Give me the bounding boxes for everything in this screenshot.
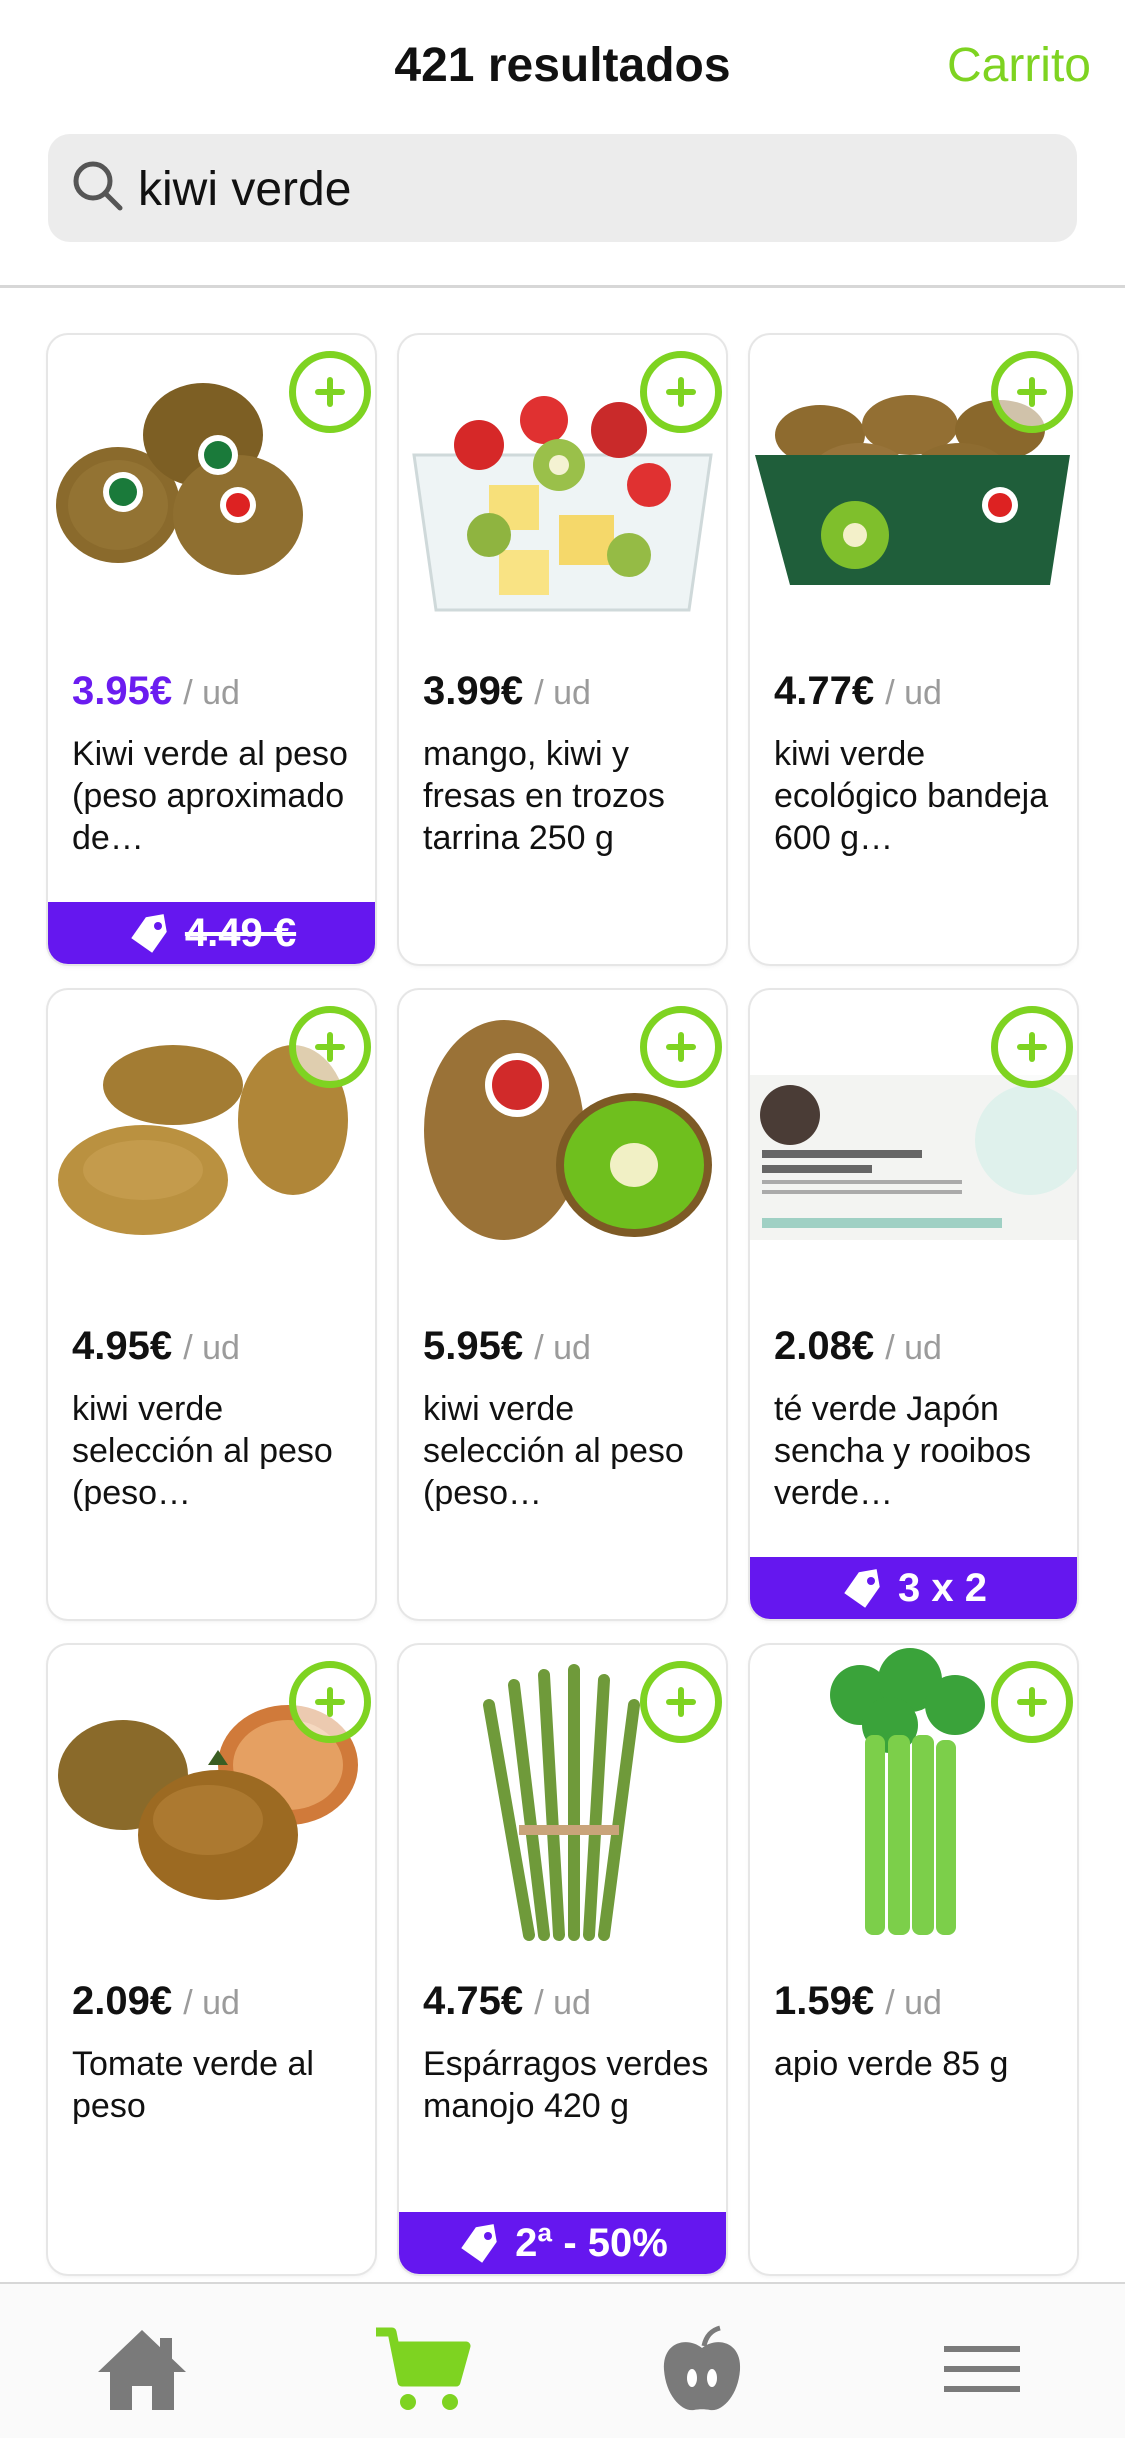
- product-card[interactable]: 3.95€ / ud Kiwi verde al peso (peso apro…: [48, 335, 375, 964]
- promo-badge: 3 x 2: [750, 1557, 1077, 1619]
- cart-icon[interactable]: [372, 2324, 472, 2414]
- tag-icon: [461, 2224, 497, 2264]
- promo-label: 3 x 2: [898, 1566, 987, 1610]
- product-price: 3.95€ / ud: [72, 669, 240, 713]
- add-to-cart-button[interactable]: [289, 351, 371, 433]
- product-card[interactable]: 4.77€ / ud kiwi verde ecológico bandeja …: [750, 335, 1077, 964]
- tag-icon: [844, 1569, 880, 1609]
- add-to-cart-button[interactable]: [991, 1006, 1073, 1088]
- product-name: apio verde 85 g: [774, 2045, 1009, 2083]
- search-field[interactable]: kiwi verde: [48, 134, 1077, 242]
- product-price: 4.75€ / ud: [423, 1979, 591, 2023]
- product-card[interactable]: 4.95€ / ud kiwi verde selección al peso …: [48, 990, 375, 1619]
- product-card[interactable]: 1.59€ / ud apio verde 85 g: [750, 1645, 1077, 2274]
- product-card[interactable]: 2.09€ / ud Tomate verde al peso: [48, 1645, 375, 2274]
- product-name: kiwi verde ecológico bandeja 600 g…: [774, 735, 1049, 857]
- product-name: Kiwi verde al peso (peso aproximado de…: [72, 735, 348, 857]
- add-to-cart-button[interactable]: [640, 1661, 722, 1743]
- product-price: 4.77€ / ud: [774, 669, 942, 713]
- add-to-cart-button[interactable]: [640, 351, 722, 433]
- product-price: 3.99€ / ud: [423, 669, 591, 713]
- product-name: kiwi verde selección al peso (peso…: [423, 1390, 684, 1512]
- product-price: 5.95€ / ud: [423, 1324, 591, 1368]
- product-price: 4.95€ / ud: [72, 1324, 240, 1368]
- add-to-cart-button[interactable]: [289, 1006, 371, 1088]
- promo-badge: 2ª - 50%: [399, 2212, 726, 2274]
- promo-badge: 4.49 €: [48, 902, 375, 964]
- product-name: mango, kiwi y fresas en trozos tarrina 2…: [423, 735, 665, 857]
- apple-icon[interactable]: [652, 2324, 752, 2414]
- product-grid: 3.95€ / ud Kiwi verde al peso (peso apro…: [48, 335, 1077, 2275]
- product-price: 1.59€ / ud: [774, 1979, 942, 2023]
- menu-icon[interactable]: [932, 2324, 1032, 2414]
- product-name: kiwi verde selección al peso (peso…: [72, 1390, 333, 1512]
- product-price: 2.08€ / ud: [774, 1324, 942, 1368]
- product-card[interactable]: 5.95€ / ud kiwi verde selección al peso …: [399, 990, 726, 1619]
- promo-label: 2ª - 50%: [515, 2221, 668, 2265]
- product-card[interactable]: 2.08€ / ud té verde Japón sencha y rooib…: [750, 990, 1077, 1619]
- product-price: 2.09€ / ud: [72, 1979, 240, 2023]
- product-name: Espárragos verdes manojo 420 g: [423, 2045, 709, 2125]
- cart-link[interactable]: Carrito: [947, 38, 1091, 93]
- add-to-cart-button[interactable]: [991, 351, 1073, 433]
- header-divider: [0, 285, 1125, 288]
- tag-icon: [131, 914, 167, 954]
- header: 421 resultados Carrito: [0, 0, 1125, 100]
- original-price: 4.49 €: [184, 911, 297, 955]
- home-icon[interactable]: [92, 2324, 192, 2414]
- product-name: Tomate verde al peso: [72, 2045, 314, 2125]
- add-to-cart-button[interactable]: [289, 1661, 371, 1743]
- product-name: té verde Japón sencha y rooibos verde…: [774, 1390, 1032, 1512]
- search-icon: [73, 161, 123, 211]
- add-to-cart-button[interactable]: [991, 1661, 1073, 1743]
- product-card[interactable]: 3.99€ / ud mango, kiwi y fresas en trozo…: [399, 335, 726, 964]
- product-card[interactable]: 4.75€ / ud Espárragos verdes manojo 420 …: [399, 1645, 726, 2274]
- search-input[interactable]: kiwi verde: [138, 162, 351, 217]
- add-to-cart-button[interactable]: [640, 1006, 722, 1088]
- tab-bar: [0, 2282, 1125, 2438]
